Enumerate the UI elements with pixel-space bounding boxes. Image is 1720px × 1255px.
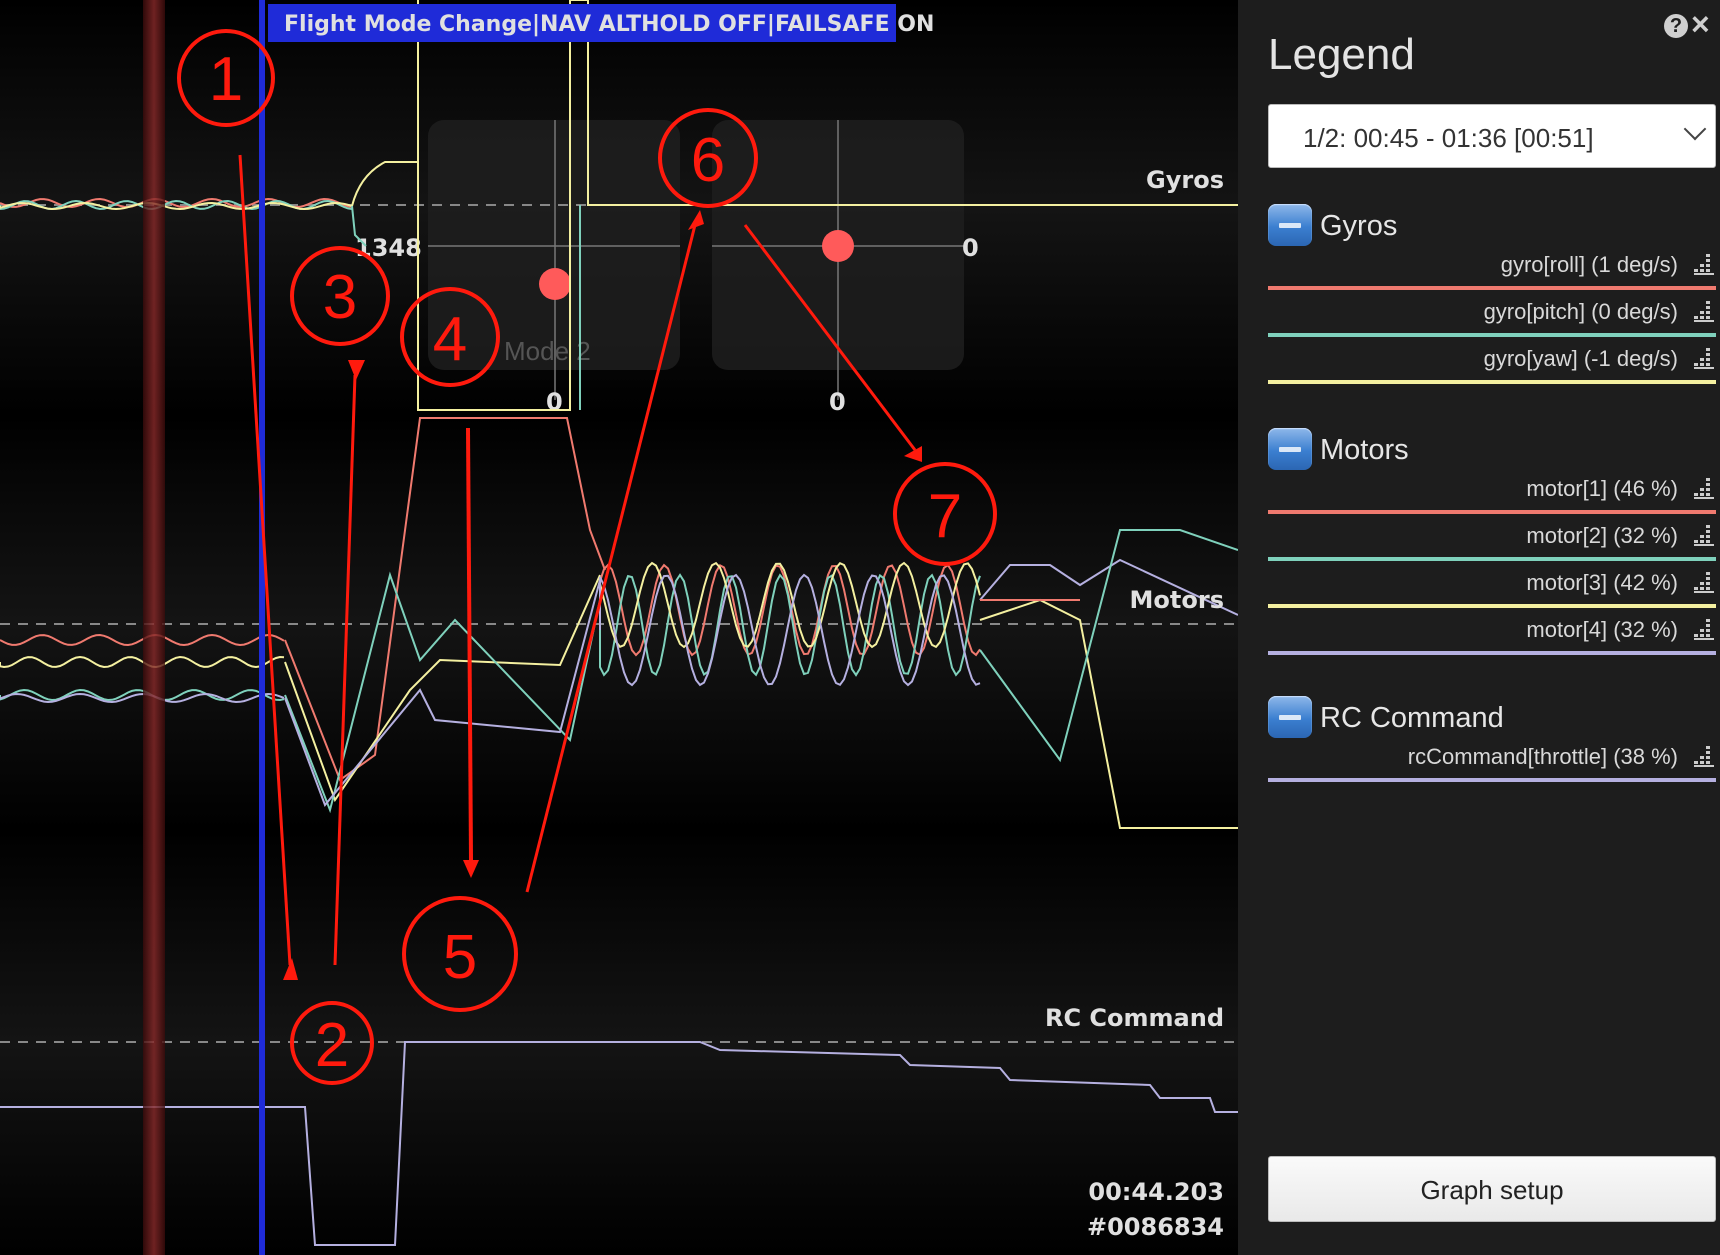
legend-field-swatch — [1268, 380, 1716, 384]
exclusion-marker[interactable] — [143, 0, 165, 1255]
chevron-down-icon — [1683, 117, 1707, 141]
legend-field-label: gyro[pitch] (0 deg/s) — [1483, 299, 1678, 324]
annotation-label-4: 4 — [433, 305, 467, 374]
stick-mode-label: Mode 2 — [504, 336, 591, 366]
left-stick-value: 1348 — [355, 234, 422, 262]
annotation-label-3: 3 — [323, 263, 357, 332]
legend-field-swatch — [1268, 557, 1716, 561]
legend-field-label: motor[1] (46 %) — [1526, 476, 1678, 501]
legend-field-swatch — [1268, 778, 1716, 782]
legend-field-label: motor[4] (32 %) — [1526, 617, 1678, 642]
log-graph-canvas[interactable]: 1348 0 0 0 Mode 2 Flight Mode Change|NAV… — [0, 0, 1238, 1255]
log-range-select[interactable]: 1/2: 00:45 - 01:36 [00:51] — [1268, 104, 1716, 168]
histogram-icon[interactable] — [1694, 619, 1714, 641]
legend-title: Legend — [1268, 30, 1415, 79]
legend-field-label: gyro[roll] (1 deg/s) — [1500, 252, 1678, 277]
right-stick-value: 0 — [962, 234, 979, 262]
right-stick-bottom: 0 — [829, 388, 846, 416]
rc-command-graph-label: RC Command — [1045, 1004, 1224, 1032]
annotation-label-2: 2 — [315, 1011, 349, 1080]
legend-field-swatch — [1268, 604, 1716, 608]
legend-field[interactable]: motor[4] (32 %) — [1268, 609, 1716, 655]
legend-field[interactable]: gyro[pitch] (0 deg/s) — [1268, 291, 1716, 337]
legend-field-swatch — [1268, 286, 1716, 290]
legend-field[interactable]: gyro[yaw] (-1 deg/s) — [1268, 338, 1716, 384]
histogram-icon[interactable] — [1694, 478, 1714, 500]
group-toggle-icon[interactable] — [1268, 696, 1312, 738]
motors-band — [0, 415, 1238, 830]
group-toggle-icon[interactable] — [1268, 204, 1312, 246]
legend-panel: ? × Legend 1/2: 00:45 - 01:36 [00:51] Gy… — [1238, 0, 1720, 1255]
motors-graph-label: Motors — [1130, 586, 1224, 614]
legend-field[interactable]: motor[1] (46 %) — [1268, 468, 1716, 514]
cursor-line[interactable] — [259, 0, 265, 1255]
legend-field[interactable]: gyro[roll] (1 deg/s) — [1268, 244, 1716, 290]
close-icon[interactable]: × — [1691, 8, 1710, 40]
right-stick-dot — [822, 230, 854, 262]
legend-field-swatch — [1268, 333, 1716, 337]
legend-group-name: RC Command — [1320, 702, 1504, 734]
legend-field-label: rcCommand[throttle] (38 %) — [1407, 744, 1678, 769]
annotation-label-1: 1 — [209, 45, 243, 114]
annotation-label-7: 7 — [928, 482, 962, 551]
annotation-label-5: 5 — [443, 923, 477, 992]
frame-readout: #0086834 — [1087, 1213, 1224, 1241]
graph-setup-button[interactable]: Graph setup — [1268, 1156, 1716, 1222]
group-toggle-icon[interactable] — [1268, 428, 1312, 470]
histogram-icon[interactable] — [1694, 525, 1714, 547]
gyros-graph-label: Gyros — [1146, 166, 1224, 194]
annotation-label-6: 6 — [691, 126, 725, 195]
log-range-value: 1/2: 00:45 - 01:36 [00:51] — [1303, 123, 1594, 153]
left-stick-bottom: 0 — [546, 388, 563, 416]
histogram-icon[interactable] — [1694, 301, 1714, 323]
histogram-icon[interactable] — [1694, 348, 1714, 370]
legend-field-swatch — [1268, 510, 1716, 514]
histogram-icon[interactable] — [1694, 572, 1714, 594]
event-banner: Flight Mode Change|NAV ALTHOLD OFF|FAILS… — [284, 12, 934, 37]
time-readout: 00:44.203 — [1088, 1178, 1224, 1206]
legend-field-label: motor[2] (32 %) — [1526, 523, 1678, 548]
legend-field[interactable]: motor[2] (32 %) — [1268, 515, 1716, 561]
legend-field-label: gyro[yaw] (-1 deg/s) — [1483, 346, 1678, 371]
legend-field[interactable]: rcCommand[throttle] (38 %) — [1268, 736, 1716, 782]
legend-field-label: motor[3] (42 %) — [1526, 570, 1678, 595]
legend-group-name: Gyros — [1320, 210, 1398, 242]
graph-svg[interactable]: 1348 0 0 0 Mode 2 Flight Mode Change|NAV… — [0, 0, 1238, 1255]
left-stick-dot — [539, 268, 571, 300]
legend-field-swatch — [1268, 651, 1716, 655]
histogram-icon[interactable] — [1694, 254, 1714, 276]
legend-field[interactable]: motor[3] (42 %) — [1268, 562, 1716, 608]
histogram-icon[interactable] — [1694, 746, 1714, 768]
legend-group-name: Motors — [1320, 434, 1409, 466]
question-icon[interactable]: ? — [1664, 14, 1688, 38]
